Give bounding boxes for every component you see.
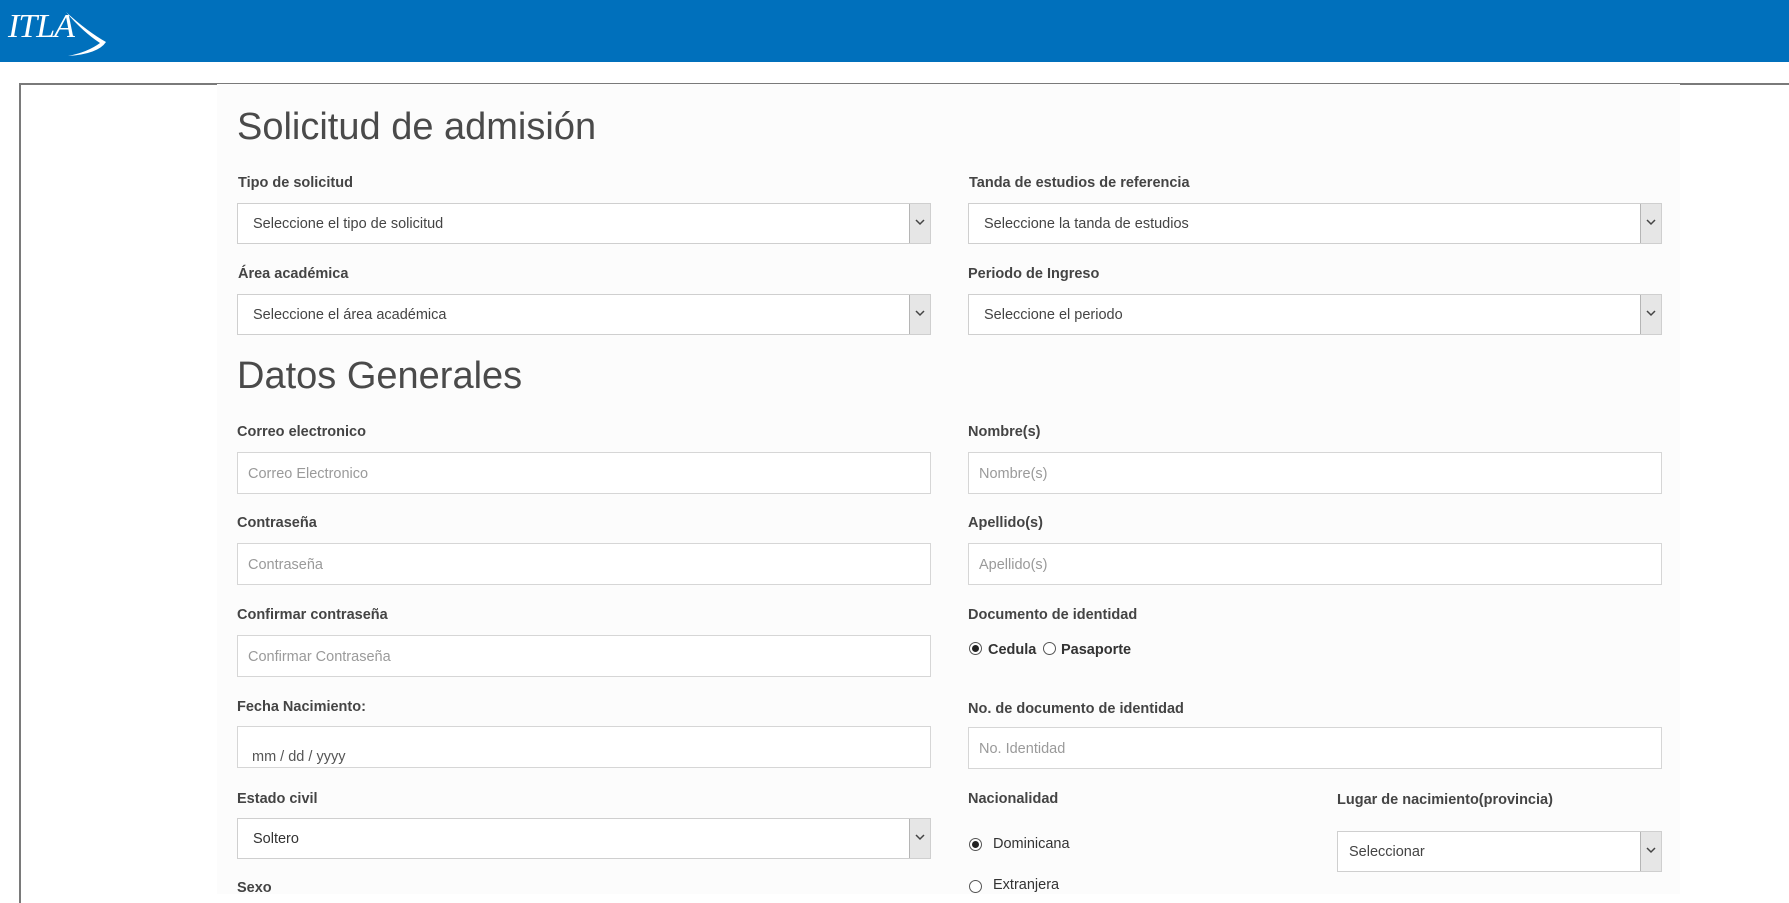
- apellidos-label: Apellido(s): [968, 515, 1043, 531]
- tipo-solicitud-value: Seleccione el tipo de solicitud: [253, 216, 444, 232]
- no-documento-label: No. de documento de identidad: [968, 701, 1184, 717]
- periodo-value: Seleccione el periodo: [984, 307, 1123, 323]
- chevron-down-icon[interactable]: [1640, 832, 1661, 871]
- chevron-down-icon[interactable]: [909, 819, 930, 858]
- area-select[interactable]: Seleccione el área académica: [237, 294, 931, 335]
- extranjera-label: Extranjera: [993, 877, 1060, 893]
- fecha-value: mm / dd / yyyy: [252, 749, 346, 765]
- no-documento-placeholder: No. Identidad: [979, 741, 1066, 757]
- tipo-solicitud-select[interactable]: Seleccione el tipo de solicitud: [237, 203, 931, 244]
- chevron-down-icon[interactable]: [1640, 295, 1661, 334]
- cedula-label: Cedula: [988, 642, 1037, 658]
- lugar-nacimiento-value: Seleccionar: [1349, 844, 1425, 860]
- fecha-label: Fecha Nacimiento:: [237, 699, 366, 715]
- pasaporte-label: Pasaporte: [1061, 642, 1132, 658]
- correo-label: Correo electronico: [237, 424, 366, 440]
- pasaporte-radio[interactable]: [1043, 642, 1056, 655]
- nombres-placeholder: Nombre(s): [979, 466, 1048, 482]
- dominicana-label: Dominicana: [993, 836, 1070, 852]
- contrasena-input[interactable]: Contraseña: [237, 543, 931, 585]
- fecha-input[interactable]: mm / dd / yyyy: [237, 726, 931, 768]
- apellidos-placeholder: Apellido(s): [979, 557, 1048, 573]
- contrasena-placeholder: Contraseña: [248, 557, 323, 573]
- header-bar: ITLA: [0, 0, 1789, 62]
- logo-swoosh-icon: [66, 12, 106, 56]
- general-title: Datos Generales: [237, 355, 523, 397]
- tanda-label: Tanda de estudios de referencia: [969, 175, 1190, 191]
- confirmar-input[interactable]: Confirmar Contraseña: [237, 635, 931, 677]
- documento-label: Documento de identidad: [968, 607, 1138, 623]
- admission-title: Solicitud de admisión: [237, 106, 597, 148]
- extranjera-radio[interactable]: [969, 880, 982, 893]
- periodo-label: Periodo de Ingreso: [968, 266, 1100, 282]
- no-documento-input[interactable]: No. Identidad: [968, 727, 1662, 769]
- contrasena-label: Contraseña: [237, 515, 317, 531]
- confirmar-placeholder: Confirmar Contraseña: [248, 649, 391, 665]
- chevron-down-icon[interactable]: [909, 295, 930, 334]
- sexo-label: Sexo: [237, 880, 272, 896]
- dominicana-radio[interactable]: [969, 838, 982, 851]
- apellidos-input[interactable]: Apellido(s): [968, 543, 1662, 585]
- periodo-select[interactable]: Seleccione el periodo: [968, 294, 1662, 335]
- correo-placeholder: Correo Electronico: [248, 466, 369, 482]
- confirmar-label: Confirmar contraseña: [237, 607, 388, 623]
- nacionalidad-label: Nacionalidad: [968, 791, 1059, 807]
- tipo-solicitud-label: Tipo de solicitud: [238, 175, 353, 191]
- chevron-down-icon[interactable]: [1640, 204, 1661, 243]
- correo-input[interactable]: Correo Electronico: [237, 452, 931, 494]
- tanda-value: Seleccione la tanda de estudios: [984, 216, 1189, 232]
- cedula-radio[interactable]: [969, 642, 982, 655]
- area-label: Área académica: [238, 266, 349, 282]
- estado-civil-label: Estado civil: [237, 791, 318, 807]
- area-value: Seleccione el área académica: [253, 307, 447, 323]
- itla-logo[interactable]: ITLA: [8, 2, 108, 58]
- chevron-down-icon[interactable]: [909, 204, 930, 243]
- estado-civil-select[interactable]: Soltero: [237, 818, 931, 859]
- nombres-label: Nombre(s): [968, 424, 1041, 440]
- lugar-nacimiento-select[interactable]: Seleccionar: [1337, 831, 1662, 872]
- tanda-select[interactable]: Seleccione la tanda de estudios: [968, 203, 1662, 244]
- estado-civil-value: Soltero: [253, 831, 299, 847]
- lugar-nacimiento-label: Lugar de nacimiento(provincia): [1337, 792, 1553, 808]
- nombres-input[interactable]: Nombre(s): [968, 452, 1662, 494]
